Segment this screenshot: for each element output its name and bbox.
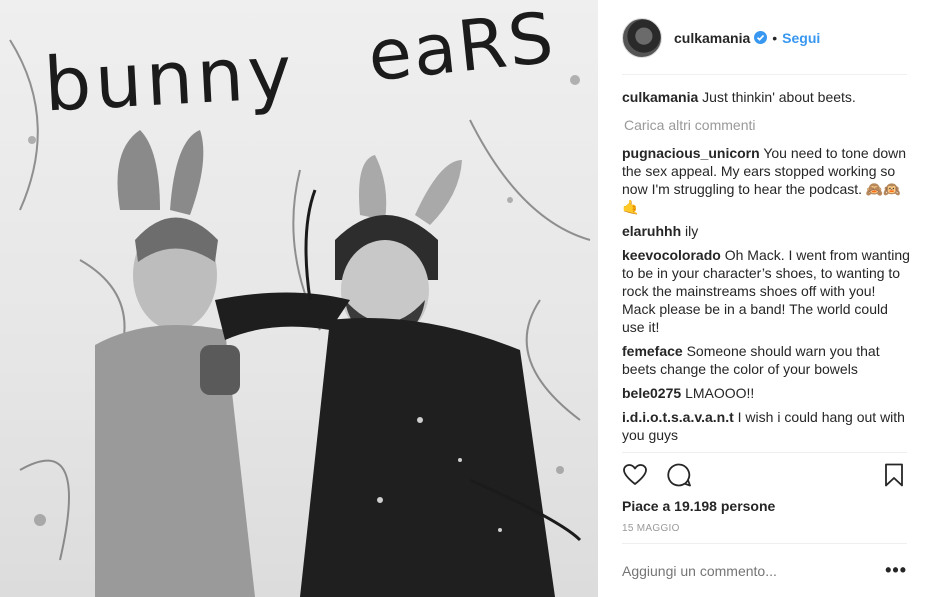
verified-badge-icon — [754, 31, 768, 44]
header-divider — [622, 74, 907, 75]
bookmark-icon[interactable] — [881, 462, 907, 488]
action-bar — [622, 460, 907, 492]
comment-item: femeface Someone should warn you that be… — [622, 342, 910, 378]
post-sidebar: culkamania • Segui culkamania Just think… — [598, 0, 931, 597]
comment-text: LMAOOO!! — [685, 385, 755, 401]
caption-username[interactable]: culkamania — [622, 89, 698, 105]
post-photo[interactable]: bunny eaRS — [0, 0, 598, 597]
likes-count[interactable]: Piace a 19.198 persone — [622, 498, 775, 514]
comment-username[interactable]: i.d.i.o.t.s.a.v.a.n.t — [622, 409, 734, 425]
comment-text: ily — [685, 223, 699, 239]
actions-divider — [622, 452, 907, 453]
more-options-icon[interactable]: ••• — [885, 560, 907, 581]
comments-list: culkamania Just thinkin' about beets. Ca… — [622, 88, 910, 450]
header-separator: • — [772, 29, 778, 46]
caption: culkamania Just thinkin' about beets. — [622, 88, 910, 106]
heart-icon[interactable] — [622, 462, 648, 488]
comment-item: i.d.i.o.t.s.a.v.a.n.t I wish i could han… — [622, 408, 910, 444]
post-header: culkamania • Segui — [598, 0, 931, 75]
load-more-comments-button[interactable]: Carica altri commenti — [624, 116, 910, 134]
follow-button[interactable]: Segui — [782, 30, 820, 46]
avatar[interactable] — [622, 17, 662, 58]
comment-username[interactable]: bele0275 — [622, 385, 681, 401]
comment-username[interactable]: elaruhhh — [622, 223, 681, 239]
comment-item: keevocolorado Oh Mack. I went from wanti… — [622, 246, 910, 336]
post-date: 15 MAGGIO — [622, 523, 680, 534]
comment-username[interactable]: pugnacious_unicorn — [622, 145, 760, 161]
comment-item: bele0275 LMAOOO!! — [622, 384, 910, 402]
comment-box-divider — [622, 543, 907, 544]
comment-bubble-icon[interactable] — [666, 462, 692, 488]
caption-text: Just thinkin' about beets. — [702, 89, 856, 105]
comment-username[interactable]: keevocolorado — [622, 247, 721, 263]
add-comment-input[interactable] — [622, 563, 872, 579]
comment-item: elaruhhh ily — [622, 222, 910, 240]
comment-username[interactable]: femeface — [622, 343, 683, 359]
comment-item: pugnacious_unicorn You need to tone down… — [622, 144, 910, 216]
photo-caption-bunny: bunny — [41, 29, 298, 129]
header-username[interactable]: culkamania — [674, 30, 750, 46]
